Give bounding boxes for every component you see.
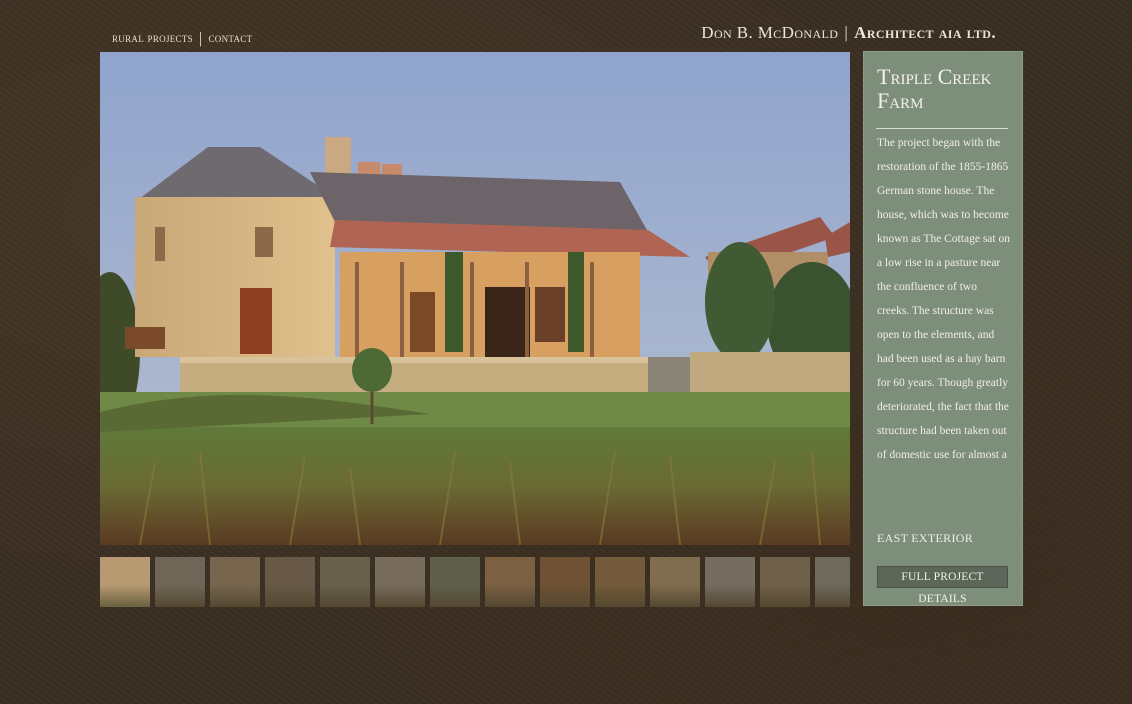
thumb-14[interactable] <box>815 557 850 607</box>
brand-name: Don B. McDonald <box>701 23 839 42</box>
nav-separator: | <box>198 30 203 47</box>
project-title: Triple Creek Farm <box>877 64 992 113</box>
thumb-5[interactable] <box>320 557 370 607</box>
thumb-2[interactable] <box>155 557 205 607</box>
project-description: The project began with the restoration o… <box>877 137 1010 461</box>
brand-logo[interactable]: Don B. McDonald | Architect aia ltd. <box>701 23 996 43</box>
thumb-11[interactable] <box>650 557 700 607</box>
project-panel: Triple Creek Farm The project began with… <box>863 51 1023 606</box>
brand-firm: Architect aia ltd. <box>854 23 996 42</box>
top-nav: rural projects | contact <box>112 29 252 47</box>
nav-rural-projects[interactable]: rural projects <box>112 30 193 45</box>
thumb-8[interactable] <box>485 557 535 607</box>
thumb-9[interactable] <box>540 557 590 607</box>
thumb-6[interactable] <box>375 557 425 607</box>
title-divider <box>876 128 1008 129</box>
thumb-7[interactable] <box>430 557 480 607</box>
hero-photo-image <box>100 52 850 545</box>
thumbnail-strip <box>100 557 850 607</box>
thumb-12[interactable] <box>705 557 755 607</box>
nav-contact[interactable]: contact <box>208 30 252 45</box>
hero-photo <box>100 52 850 545</box>
thumb-4[interactable] <box>265 557 315 607</box>
photo-caption: EAST EXTERIOR <box>877 531 974 545</box>
thumb-3[interactable] <box>210 557 260 607</box>
full-project-details-button[interactable]: FULL PROJECT DETAILS <box>877 566 1008 605</box>
thumb-east-exterior[interactable] <box>100 557 150 607</box>
brand-separator: | <box>844 23 849 42</box>
thumb-13[interactable] <box>760 557 810 607</box>
thumb-10[interactable] <box>595 557 645 607</box>
